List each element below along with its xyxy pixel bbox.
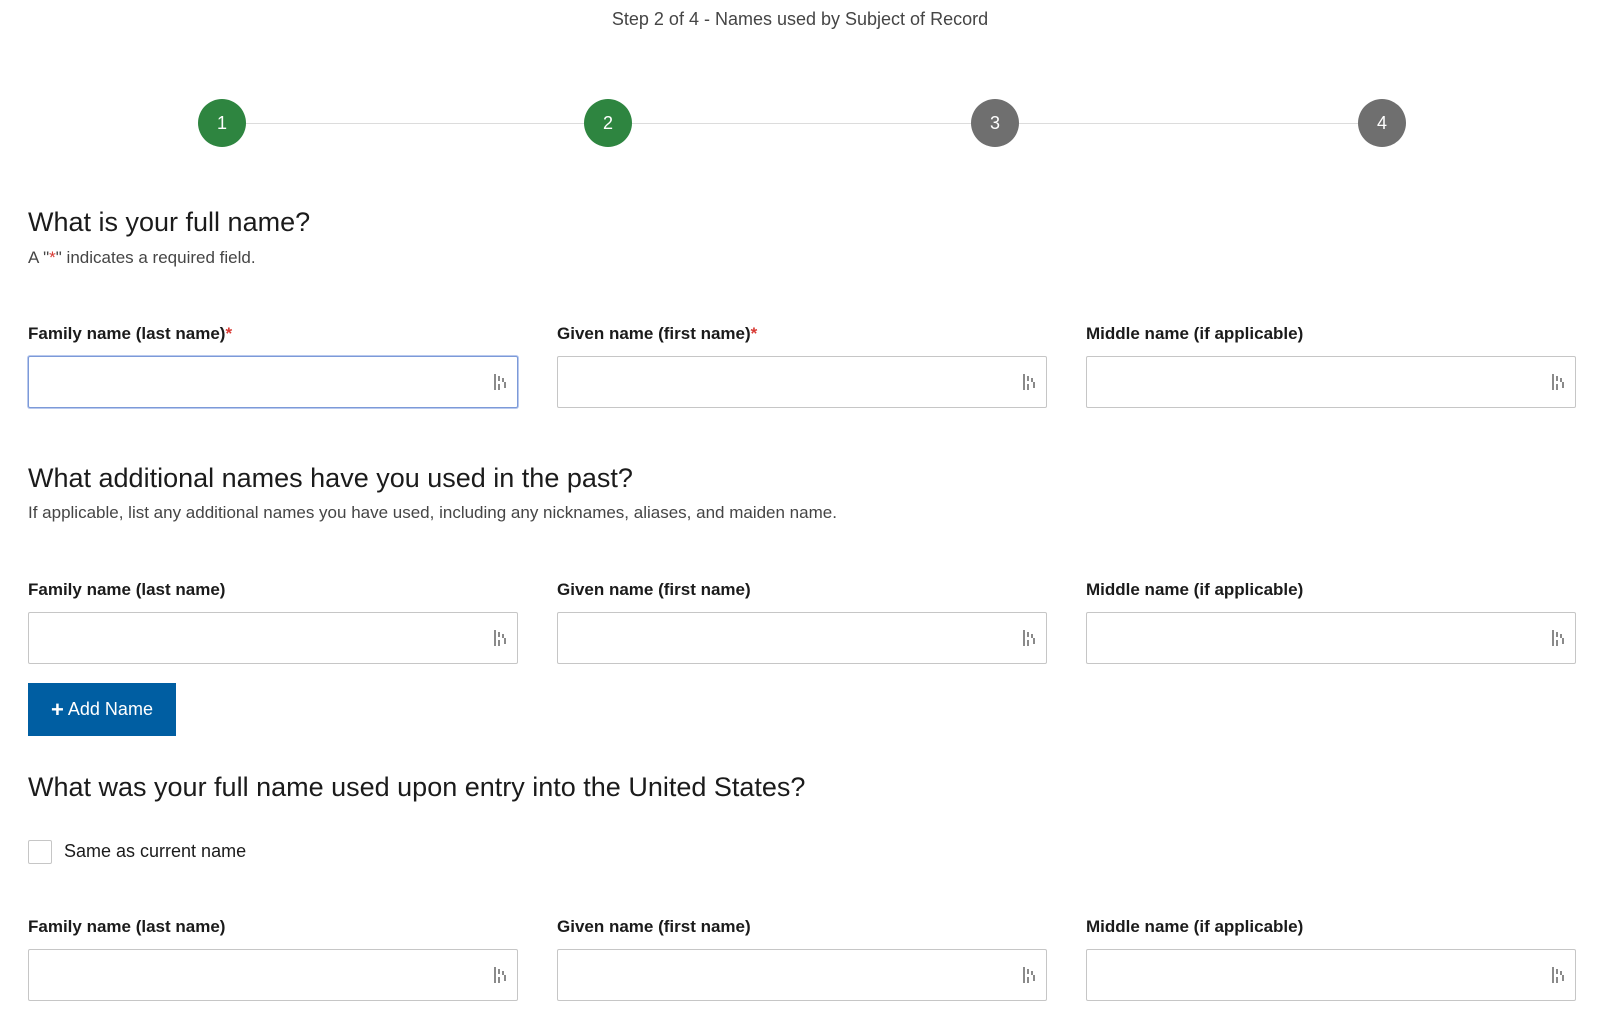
step-title: Step 2 of 4 - Names used by Subject of R…: [611, 9, 989, 29]
entry-name-heading: What was your full name used upon entry …: [28, 772, 806, 802]
additional-given-name-label: Given name (first name): [557, 580, 751, 599]
entry-given-name-input[interactable]: [558, 950, 1022, 1000]
current-given-name-input[interactable]: [558, 357, 1022, 407]
additional-given-name-field: [557, 612, 1047, 664]
current-family-name-input[interactable]: [29, 357, 493, 407]
entry-middle-name-label: Middle name (if applicable): [1086, 917, 1304, 936]
autofill-key-icon[interactable]: [1022, 629, 1036, 647]
autofill-key-icon[interactable]: [1551, 373, 1565, 391]
autofill-key-icon[interactable]: [1022, 373, 1036, 391]
entry-family-name-field: [28, 949, 518, 1001]
entry-family-name-label: Family name (last name): [28, 917, 226, 936]
required-field-note: A "*" indicates a required field.: [28, 248, 256, 268]
additional-given-name-input[interactable]: [558, 613, 1022, 663]
required-note-suffix: " indicates a required field.: [55, 248, 256, 267]
current-middle-name-field: [1086, 356, 1576, 408]
additional-middle-name-field: [1086, 612, 1576, 664]
entry-given-name-label: Given name (first name): [557, 917, 751, 936]
full-name-heading: What is your full name?: [28, 207, 311, 237]
required-note-asterisk: *: [49, 248, 56, 267]
additional-middle-name-input[interactable]: [1087, 613, 1551, 663]
step-1-indicator[interactable]: 1: [198, 99, 246, 147]
current-family-name-label: Family name (last name)*: [28, 324, 232, 344]
required-note-prefix: A ": [28, 248, 50, 267]
entry-middle-name-input[interactable]: [1087, 950, 1551, 1000]
same-as-current-name-checkbox[interactable]: [28, 840, 52, 864]
add-name-button[interactable]: + Add Name: [28, 683, 176, 736]
autofill-key-icon[interactable]: [1022, 966, 1036, 984]
current-family-name-field: [28, 356, 518, 408]
additional-family-name-input[interactable]: [29, 613, 493, 663]
additional-family-name-field: [28, 612, 518, 664]
autofill-key-icon[interactable]: [1551, 966, 1565, 984]
current-middle-name-label: Middle name (if applicable): [1086, 324, 1304, 343]
current-given-name-field: [557, 356, 1047, 408]
current-middle-name-input[interactable]: [1087, 357, 1551, 407]
entry-middle-name-field: [1086, 949, 1576, 1001]
autofill-key-icon[interactable]: [493, 373, 507, 391]
additional-middle-name-label: Middle name (if applicable): [1086, 580, 1304, 599]
entry-family-name-input[interactable]: [29, 950, 493, 1000]
required-asterisk: *: [750, 324, 758, 343]
plus-icon: +: [51, 696, 64, 722]
step-4-indicator: 4: [1358, 99, 1406, 147]
current-given-name-label: Given name (first name)*: [557, 324, 757, 344]
autofill-key-icon[interactable]: [493, 966, 507, 984]
form-page: Step 2 of 4 - Names used by Subject of R…: [0, 0, 1600, 1022]
autofill-key-icon[interactable]: [493, 629, 507, 647]
add-name-button-label: Add Name: [67, 699, 153, 719]
current-family-name-label-text: Family name (last name): [28, 324, 226, 343]
step-3-indicator: 3: [971, 99, 1019, 147]
step-2-indicator[interactable]: 2: [584, 99, 632, 147]
entry-given-name-field: [557, 949, 1047, 1001]
same-as-current-name-label[interactable]: Same as current name: [64, 841, 246, 862]
additional-names-description: If applicable, list any additional names…: [28, 503, 837, 522]
autofill-key-icon[interactable]: [1551, 629, 1565, 647]
required-asterisk: *: [225, 324, 233, 343]
additional-names-heading: What additional names have you used in t…: [28, 463, 633, 493]
current-given-name-label-text: Given name (first name): [557, 324, 751, 343]
stepper-progress-line: [222, 123, 1382, 124]
additional-family-name-label: Family name (last name): [28, 580, 226, 599]
